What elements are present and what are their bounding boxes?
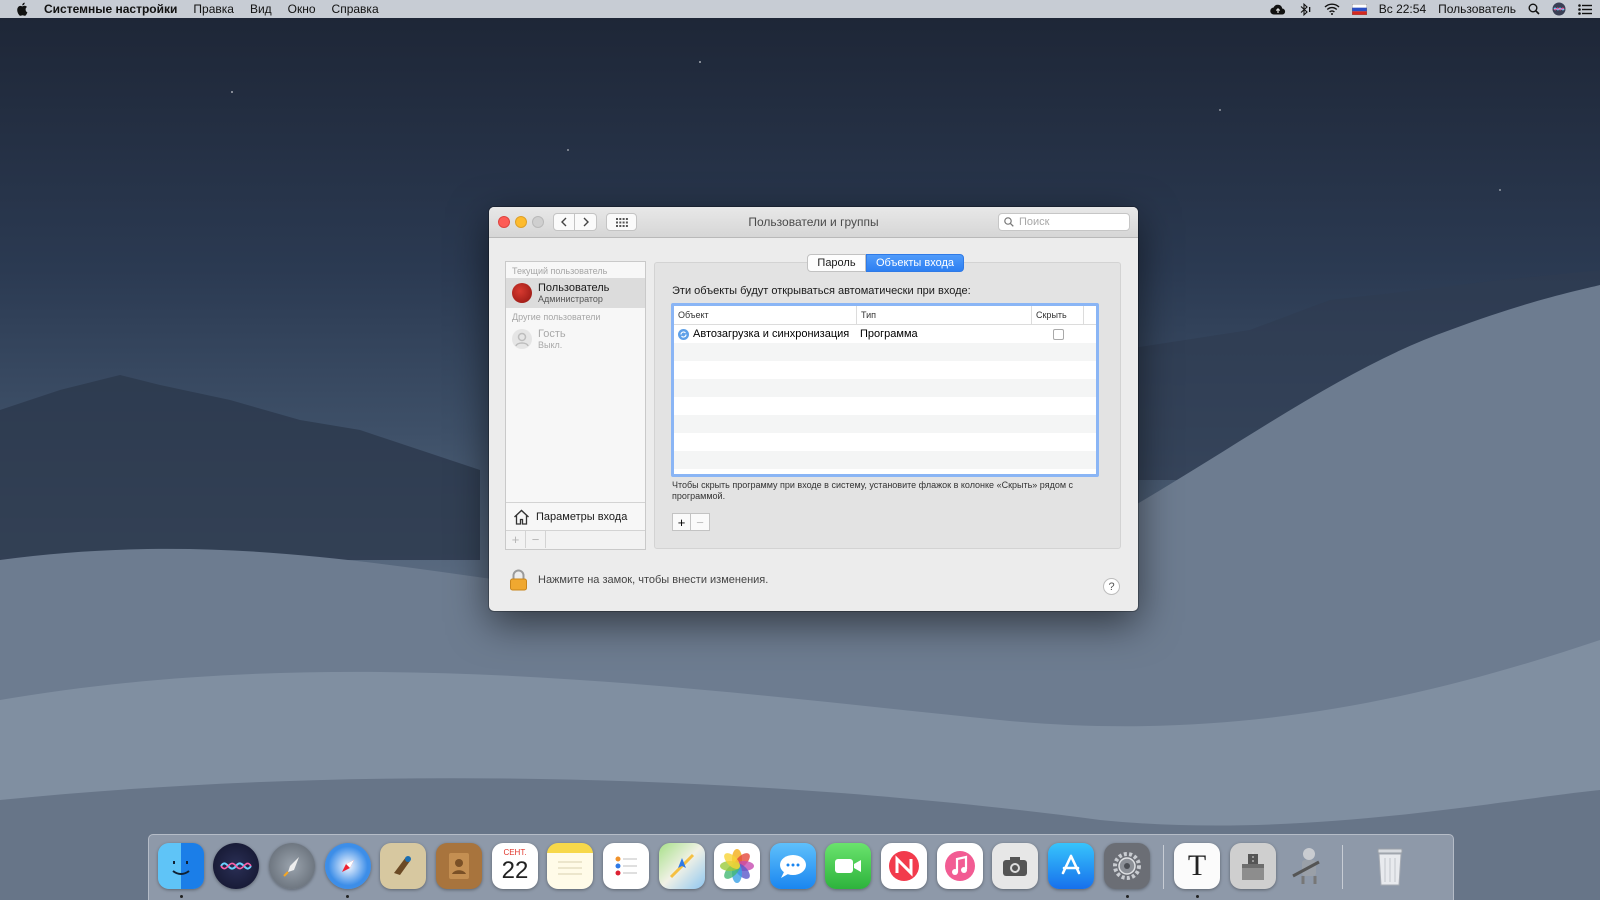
tab-bar: Пароль Объекты входа <box>807 254 964 272</box>
finder-icon[interactable] <box>158 843 204 889</box>
menu-clock[interactable]: Вс 22:54 <box>1379 2 1426 16</box>
users-groups-window: Пользователи и группы Текущий пользовате… <box>489 207 1138 611</box>
running-indicator <box>180 895 183 898</box>
column-item[interactable]: Объект <box>674 306 857 324</box>
current-user-header: Текущий пользователь <box>512 266 608 276</box>
row-item-name: Автозагрузка и синхронизация <box>693 328 850 340</box>
hide-hint-text: Чтобы скрыть программу при входе в систе… <box>672 480 1074 501</box>
calendar-icon[interactable]: СЕНТ. 22 <box>492 843 538 889</box>
menu-user[interactable]: Пользователь <box>1438 2 1516 16</box>
input-source-flag-icon[interactable] <box>1351 3 1367 15</box>
menu-app-name[interactable]: Системные настройки <box>44 2 177 16</box>
system-preferences-icon[interactable] <box>1104 843 1150 889</box>
archive-utility-icon[interactable] <box>1230 843 1276 889</box>
news-icon[interactable] <box>881 843 927 889</box>
lock-row: Нажмите на замок, чтобы внести изменения… <box>509 569 768 591</box>
lock-icon[interactable] <box>509 569 528 591</box>
add-user-button[interactable]: + <box>506 531 526 548</box>
siri-icon[interactable] <box>213 843 259 889</box>
dock-separator <box>1163 845 1164 889</box>
table-rows: Автозагрузка и синхронизация Программа <box>674 325 1096 469</box>
icloud-upload-icon[interactable] <box>1270 4 1286 15</box>
itunes-icon[interactable] <box>937 843 983 889</box>
dock: СЕНТ. 22 T <box>148 834 1454 900</box>
login-items-toolbar: + − <box>672 513 710 531</box>
table-row <box>674 379 1096 397</box>
help-button[interactable]: ? <box>1103 578 1120 595</box>
guest-status: Выкл. <box>538 339 563 350</box>
trash-icon[interactable] <box>1367 843 1413 889</box>
table-row <box>674 361 1096 379</box>
backup-sync-icon <box>678 328 689 340</box>
messages-icon[interactable] <box>770 843 816 889</box>
facetime-icon[interactable] <box>825 843 871 889</box>
user-role: Администратор <box>538 293 603 304</box>
login-options-label: Параметры входа <box>536 511 628 523</box>
remove-login-item-button[interactable]: − <box>691 513 710 531</box>
guest-avatar-icon <box>512 329 532 349</box>
table-row <box>674 415 1096 433</box>
dock-separator <box>1342 845 1343 889</box>
search-icon <box>1004 217 1014 227</box>
house-icon <box>513 509 530 525</box>
lock-text: Нажмите на замок, чтобы внести изменения… <box>538 574 769 586</box>
siri-icon[interactable] <box>1552 2 1566 16</box>
photos-icon[interactable] <box>714 843 760 889</box>
menu-window[interactable]: Окно <box>288 2 316 16</box>
user-list-sidebar: Текущий пользователь Пользователь Админи… <box>505 261 646 550</box>
spotlight-icon[interactable] <box>1528 3 1540 15</box>
safari-icon[interactable] <box>325 843 371 889</box>
maps-icon[interactable] <box>659 843 705 889</box>
user-item-guest[interactable]: Гость Выкл. <box>506 324 645 354</box>
add-login-item-button[interactable]: + <box>672 513 691 531</box>
row-item-type: Программа <box>860 328 918 340</box>
notes-icon[interactable] <box>547 843 593 889</box>
search-field[interactable] <box>998 213 1130 231</box>
hide-checkbox[interactable] <box>1052 328 1064 340</box>
notification-center-icon[interactable] <box>1578 3 1592 15</box>
table-row <box>674 343 1096 361</box>
title-bar: Пользователи и группы <box>489 207 1138 238</box>
table-header: Объект Тип Скрыть <box>674 306 1096 325</box>
textedit-letter: T <box>1187 849 1207 882</box>
table-row <box>674 397 1096 415</box>
menu-edit[interactable]: Правка <box>193 2 234 16</box>
search-input[interactable] <box>1017 215 1121 229</box>
guest-name: Гость <box>538 327 566 340</box>
login-items-table[interactable]: Объект Тип Скрыть Автозагрузка и синхрон… <box>671 303 1099 477</box>
calendar-day: 22 <box>501 857 529 884</box>
running-indicator <box>346 895 349 898</box>
remove-user-button[interactable]: − <box>526 531 546 548</box>
contacts-icon[interactable] <box>436 843 482 889</box>
launchpad-icon[interactable] <box>269 843 315 889</box>
tab-login-items[interactable]: Объекты входа <box>866 254 964 272</box>
mail-icon[interactable] <box>380 843 426 889</box>
wifi-icon[interactable] <box>1324 3 1340 15</box>
table-row <box>674 433 1096 451</box>
user-item-current[interactable]: Пользователь Администратор <box>506 278 645 308</box>
menu-bar: Системные настройки Правка Вид Окно Спра… <box>0 0 1600 18</box>
login-items-intro: Эти объекты будут открываться автоматиче… <box>672 285 971 297</box>
running-indicator <box>1126 895 1129 898</box>
other-users-header: Другие пользователи <box>512 312 601 322</box>
automator-icon[interactable] <box>1285 843 1331 889</box>
column-type[interactable]: Тип <box>857 306 1032 324</box>
reminders-icon[interactable] <box>603 843 649 889</box>
tab-password[interactable]: Пароль <box>807 254 866 272</box>
avatar <box>512 283 532 303</box>
user-name: Пользователь <box>538 281 610 294</box>
app-store-icon[interactable] <box>1048 843 1094 889</box>
textedit-icon[interactable]: T <box>1174 843 1220 889</box>
sidebar-toolbar: + − <box>506 530 645 549</box>
apple-menu-icon[interactable] <box>16 2 30 16</box>
column-hide[interactable]: Скрыть <box>1032 306 1084 324</box>
menu-view[interactable]: Вид <box>250 2 272 16</box>
table-row[interactable]: Автозагрузка и синхронизация Программа <box>674 325 1096 343</box>
running-indicator <box>1196 895 1199 898</box>
bluetooth-icon[interactable] <box>1298 2 1312 16</box>
login-options-item[interactable]: Параметры входа <box>506 502 645 531</box>
menu-help[interactable]: Справка <box>332 2 379 16</box>
table-row <box>674 451 1096 469</box>
screenshot-icon[interactable] <box>992 843 1038 889</box>
